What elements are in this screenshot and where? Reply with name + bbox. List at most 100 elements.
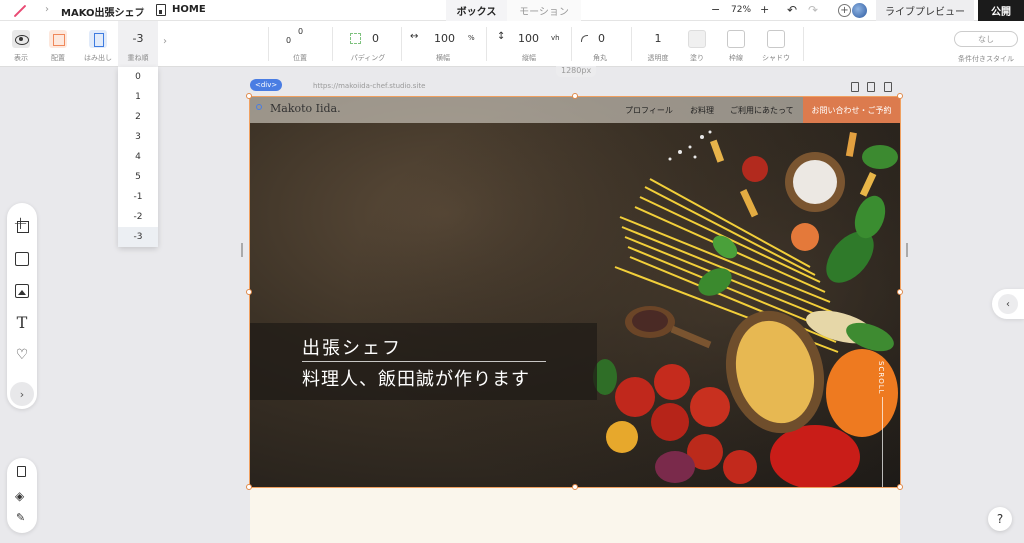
position-tool[interactable]: 0 0 位置 [276, 21, 324, 67]
z-index-tool[interactable]: -3 重ね順 [118, 21, 158, 67]
brand-mark-icon [256, 104, 262, 110]
contact-reservation-button[interactable]: お問い合わせ・ご予約 [803, 97, 900, 123]
box-icon[interactable] [15, 252, 29, 266]
text-icon[interactable]: T [15, 315, 29, 331]
padding-tool[interactable]: 0 パディング [340, 21, 396, 67]
z-index-option[interactable]: -2 [118, 207, 158, 227]
height-tool[interactable]: ↕ 100 vh 縦幅 [493, 21, 565, 67]
resize-handle[interactable] [246, 484, 252, 490]
chevron-right-icon[interactable]: › [163, 36, 167, 47]
width-value[interactable]: 100 [434, 32, 455, 45]
visibility-tool[interactable]: 表示 [8, 21, 34, 67]
width-unit[interactable]: % [468, 34, 475, 42]
resize-handle[interactable] [572, 93, 578, 99]
studio-logo-icon[interactable] [13, 4, 27, 18]
breadcrumb-site[interactable]: MAKO出張シェフ [61, 4, 145, 19]
top-bar: › MAKO出張シェフ › HOME ボックス モーション − 72% + ↶ … [0, 0, 1024, 21]
copy-icon[interactable] [867, 82, 875, 92]
z-index-option[interactable]: 1 [118, 87, 158, 107]
zoom-in-button[interactable]: + [760, 3, 769, 16]
tagline-box: 出張シェフ 料理人、飯田誠が作ります [250, 323, 597, 400]
opacity-tool[interactable]: 1 透明度 [640, 21, 676, 67]
nav-link-profile[interactable]: プロフィール [625, 105, 673, 116]
right-panel-toggle[interactable]: ‹ [992, 289, 1024, 319]
z-index-option[interactable]: 3 [118, 127, 158, 147]
heart-icon[interactable]: ♡ [15, 348, 29, 362]
frame-icon[interactable] [13, 215, 29, 233]
avatar[interactable] [852, 3, 867, 18]
height-label: 縦幅 [522, 54, 536, 62]
radius-icon [581, 35, 588, 42]
resize-handle[interactable] [897, 93, 903, 99]
height-value[interactable]: 100 [518, 32, 539, 45]
pages-icon[interactable] [17, 466, 26, 477]
z-index-dropdown: 0 1 2 3 4 5 -1 -2 -3 [118, 67, 158, 247]
height-arrows-icon: ↕ [497, 31, 506, 42]
border-label: 枠線 [729, 54, 743, 62]
padding-value[interactable]: 0 [372, 32, 379, 45]
tagline-line-1: 出張シェフ [302, 338, 402, 359]
zoom-level[interactable]: 72% [731, 5, 751, 15]
add-section-icon[interactable] [884, 82, 892, 92]
z-index-option[interactable]: 0 [118, 67, 158, 87]
resize-handle[interactable] [572, 484, 578, 490]
nav-link-usage[interactable]: ご利用にあたって [730, 105, 794, 116]
resize-handle[interactable] [897, 289, 903, 295]
shadow-swatch [767, 30, 785, 48]
divider [631, 27, 632, 61]
site-url[interactable]: https://makoiida-chef.studio.site [313, 82, 425, 90]
z-index-label: 重ね順 [127, 54, 149, 62]
hero-section[interactable]: Makoto Iida. プロフィール お料理 ご利用にあたって お問い合わせ・… [250, 97, 900, 487]
live-preview-button[interactable]: ライブプレビュー [876, 0, 974, 21]
placement-tool[interactable]: 配置 [45, 21, 71, 67]
undo-icon[interactable]: ↶ [787, 3, 797, 17]
divider [268, 27, 269, 61]
expand-tools-button[interactable]: › [10, 382, 34, 406]
resize-handle[interactable] [897, 484, 903, 490]
z-index-option[interactable]: 2 [118, 107, 158, 127]
border-swatch [727, 30, 745, 48]
tab-box[interactable]: ボックス [446, 0, 507, 21]
nav-link-cuisine[interactable]: お料理 [690, 105, 714, 116]
visibility-label: 表示 [14, 54, 28, 62]
position-x[interactable]: 0 [286, 36, 291, 45]
width-tool[interactable]: ↔ 100 % 横幅 [408, 21, 478, 67]
pen-icon[interactable]: ✎ [16, 511, 25, 524]
site-brand[interactable]: Makoto Iida. [270, 102, 341, 115]
shadow-label: シャドウ [762, 54, 790, 62]
overflow-tool[interactable]: はみ出し [82, 21, 114, 67]
resize-handle-right[interactable] [906, 243, 908, 257]
opacity-label: 透明度 [647, 54, 669, 62]
z-index-option-selected[interactable]: -3 [118, 227, 158, 247]
z-index-option[interactable]: 5 [118, 167, 158, 187]
trash-icon[interactable] [851, 82, 859, 92]
publish-button[interactable]: 公開 [978, 0, 1024, 21]
scroll-indicator-label[interactable]: SCROLL [877, 361, 885, 395]
add-member-icon[interactable]: + [838, 4, 851, 17]
height-unit[interactable]: vh [551, 34, 560, 42]
divider [332, 27, 333, 61]
radius-tool[interactable]: 0 角丸 [578, 21, 622, 67]
z-index-option[interactable]: -1 [118, 187, 158, 207]
conditional-style-button[interactable]: なし [954, 31, 1018, 47]
tab-motion[interactable]: モーション [507, 0, 581, 21]
resize-handle-left[interactable] [241, 243, 243, 257]
resize-handle[interactable] [246, 93, 252, 99]
radius-value[interactable]: 0 [598, 32, 605, 45]
tagline-divider [302, 361, 546, 362]
position-y[interactable]: 0 [298, 27, 303, 36]
fill-tool[interactable]: 塗り [682, 21, 712, 67]
image-icon[interactable] [15, 284, 29, 298]
element-tag-badge[interactable]: <div> [250, 79, 283, 91]
z-index-option[interactable]: 4 [118, 147, 158, 167]
border-tool[interactable]: 枠線 [721, 21, 751, 67]
zoom-out-button[interactable]: − [711, 3, 720, 16]
layers-icon[interactable]: ◈ [15, 489, 24, 503]
breadcrumb-page[interactable]: HOME [172, 4, 206, 15]
opacity-value[interactable]: 1 [640, 32, 676, 45]
resize-handle[interactable] [246, 289, 252, 295]
scroll-indicator-line [882, 397, 883, 487]
shadow-tool[interactable]: シャドウ [756, 21, 796, 67]
help-button[interactable]: ? [988, 507, 1012, 531]
redo-icon[interactable]: ↷ [808, 3, 818, 17]
